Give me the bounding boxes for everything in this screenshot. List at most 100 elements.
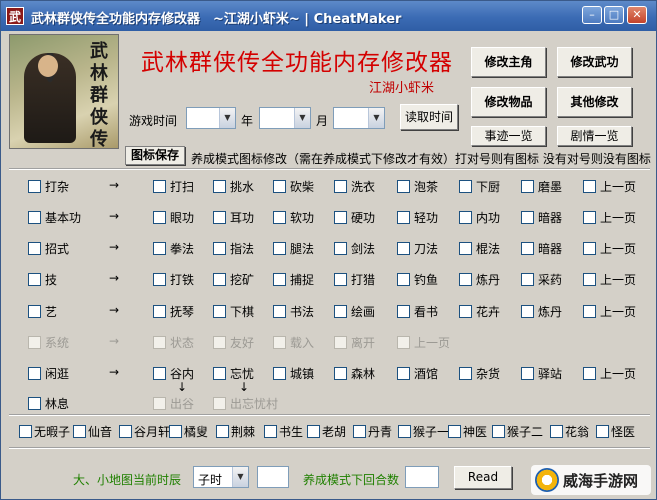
option-checkbox[interactable]: 腿法 bbox=[273, 240, 314, 256]
checkbox-box[interactable] bbox=[153, 305, 166, 318]
checkbox-box[interactable] bbox=[459, 273, 472, 286]
option-checkbox[interactable]: 上一页 bbox=[583, 209, 636, 225]
npc-checkbox[interactable]: 荆棘 bbox=[216, 423, 255, 439]
option-checkbox[interactable]: 杂货 bbox=[459, 365, 500, 381]
checkbox-box[interactable] bbox=[334, 180, 347, 193]
option-checkbox[interactable]: 炼丹 bbox=[459, 271, 500, 287]
checkbox-box[interactable] bbox=[28, 305, 41, 318]
checkbox-box[interactable] bbox=[119, 425, 132, 438]
option-checkbox[interactable]: 磨墨 bbox=[521, 178, 562, 194]
option-checkbox[interactable]: 驿站 bbox=[521, 365, 562, 381]
option-checkbox[interactable]: 硬功 bbox=[334, 209, 375, 225]
option-checkbox[interactable]: 忘忧 bbox=[213, 365, 254, 381]
checkbox-box[interactable] bbox=[521, 211, 534, 224]
checkbox-box[interactable] bbox=[273, 211, 286, 224]
checkbox-box[interactable] bbox=[521, 367, 534, 380]
option-checkbox[interactable]: 森林 bbox=[334, 365, 375, 381]
option-checkbox[interactable]: 打扫 bbox=[153, 178, 194, 194]
checkbox-box[interactable] bbox=[583, 367, 596, 380]
option-checkbox[interactable]: 内功 bbox=[459, 209, 500, 225]
checkbox-box[interactable] bbox=[397, 211, 410, 224]
checkbox-box[interactable] bbox=[273, 305, 286, 318]
checkbox-box[interactable] bbox=[28, 397, 41, 410]
checkbox-box[interactable] bbox=[334, 367, 347, 380]
checkbox-box[interactable] bbox=[596, 425, 609, 438]
checkbox-box[interactable] bbox=[334, 242, 347, 255]
checkbox-box[interactable] bbox=[583, 211, 596, 224]
checkbox-box[interactable] bbox=[153, 180, 166, 193]
minimize-button[interactable]: – bbox=[582, 6, 602, 24]
read-time-button[interactable]: 读取时间 bbox=[400, 104, 458, 130]
rounds-field[interactable] bbox=[405, 466, 439, 488]
checkbox-box[interactable] bbox=[583, 242, 596, 255]
checkbox-box[interactable] bbox=[213, 211, 226, 224]
checkbox-box[interactable] bbox=[521, 242, 534, 255]
checkbox-box[interactable] bbox=[169, 425, 182, 438]
checkbox-box[interactable] bbox=[273, 367, 286, 380]
option-checkbox[interactable]: 酒馆 bbox=[397, 365, 438, 381]
close-button[interactable]: ✕ bbox=[627, 6, 647, 24]
checkbox-box[interactable] bbox=[213, 242, 226, 255]
option-checkbox[interactable]: 剑法 bbox=[334, 240, 375, 256]
checkbox-box[interactable] bbox=[213, 180, 226, 193]
checkbox-box[interactable] bbox=[264, 425, 277, 438]
checkbox-box[interactable] bbox=[459, 211, 472, 224]
npc-checkbox[interactable]: 怪医 bbox=[596, 423, 635, 439]
npc-checkbox[interactable]: 猴子二 bbox=[492, 423, 543, 439]
checkbox-box[interactable] bbox=[213, 305, 226, 318]
checkbox-box[interactable] bbox=[213, 367, 226, 380]
checkbox-box[interactable] bbox=[353, 425, 366, 438]
checkbox-box[interactable] bbox=[448, 425, 461, 438]
checkbox-box[interactable] bbox=[459, 180, 472, 193]
checkbox-box[interactable] bbox=[398, 425, 411, 438]
checkbox-box[interactable] bbox=[521, 180, 534, 193]
checkbox-box[interactable] bbox=[583, 273, 596, 286]
option-checkbox[interactable]: 下厨 bbox=[459, 178, 500, 194]
row-head-checkbox[interactable]: 艺 bbox=[28, 303, 57, 319]
option-checkbox[interactable]: 钓鱼 bbox=[397, 271, 438, 287]
title-bar[interactable]: 武 武林群侠传全功能内存修改器 ~江湖小虾米~ | CheatMaker – □… bbox=[1, 1, 656, 31]
modify-items-button[interactable]: 修改物品 bbox=[471, 87, 546, 117]
option-checkbox[interactable]: 拳法 bbox=[153, 240, 194, 256]
checkbox-box[interactable] bbox=[28, 211, 41, 224]
option-checkbox[interactable]: 下棋 bbox=[213, 303, 254, 319]
option-checkbox[interactable]: 刀法 bbox=[397, 240, 438, 256]
checkbox-box[interactable] bbox=[334, 211, 347, 224]
checkbox-box[interactable] bbox=[307, 425, 320, 438]
map-time-field[interactable] bbox=[257, 466, 289, 488]
checkbox-box[interactable] bbox=[153, 367, 166, 380]
plot-list-button[interactable]: 剧情一览 bbox=[557, 126, 632, 146]
checkbox-box[interactable] bbox=[492, 425, 505, 438]
option-checkbox[interactable]: 书法 bbox=[273, 303, 314, 319]
option-checkbox[interactable]: 打猎 bbox=[334, 271, 375, 287]
npc-checkbox[interactable]: 神医 bbox=[448, 423, 487, 439]
npc-checkbox[interactable]: 橘叟 bbox=[169, 423, 208, 439]
option-checkbox[interactable]: 炼丹 bbox=[521, 303, 562, 319]
checkbox-box[interactable] bbox=[73, 425, 86, 438]
npc-checkbox[interactable]: 仙音 bbox=[73, 423, 112, 439]
option-checkbox[interactable]: 耳功 bbox=[213, 209, 254, 225]
checkbox-box[interactable] bbox=[28, 242, 41, 255]
checkbox-box[interactable] bbox=[397, 180, 410, 193]
npc-checkbox[interactable]: 老胡 bbox=[307, 423, 346, 439]
option-checkbox[interactable]: 捕捉 bbox=[273, 271, 314, 287]
option-checkbox[interactable]: 轻功 bbox=[397, 209, 438, 225]
checkbox-box[interactable] bbox=[459, 242, 472, 255]
checkbox-box[interactable] bbox=[28, 273, 41, 286]
option-checkbox[interactable]: 挖矿 bbox=[213, 271, 254, 287]
option-checkbox[interactable]: 上一页 bbox=[583, 240, 636, 256]
row-head-checkbox[interactable]: 闲逛 bbox=[28, 365, 69, 381]
year-select[interactable]: ▼ bbox=[259, 107, 311, 129]
checkbox-box[interactable] bbox=[397, 367, 410, 380]
checkbox-box[interactable] bbox=[521, 305, 534, 318]
option-checkbox[interactable]: 花卉 bbox=[459, 303, 500, 319]
checkbox-box[interactable] bbox=[459, 367, 472, 380]
checkbox-box[interactable] bbox=[397, 305, 410, 318]
checkbox-box[interactable] bbox=[397, 242, 410, 255]
npc-checkbox[interactable]: 书生 bbox=[264, 423, 303, 439]
checkbox-box[interactable] bbox=[153, 211, 166, 224]
option-checkbox[interactable]: 指法 bbox=[213, 240, 254, 256]
option-checkbox[interactable]: 上一页 bbox=[583, 303, 636, 319]
checkbox-box[interactable] bbox=[521, 273, 534, 286]
option-checkbox[interactable]: 上一页 bbox=[583, 178, 636, 194]
